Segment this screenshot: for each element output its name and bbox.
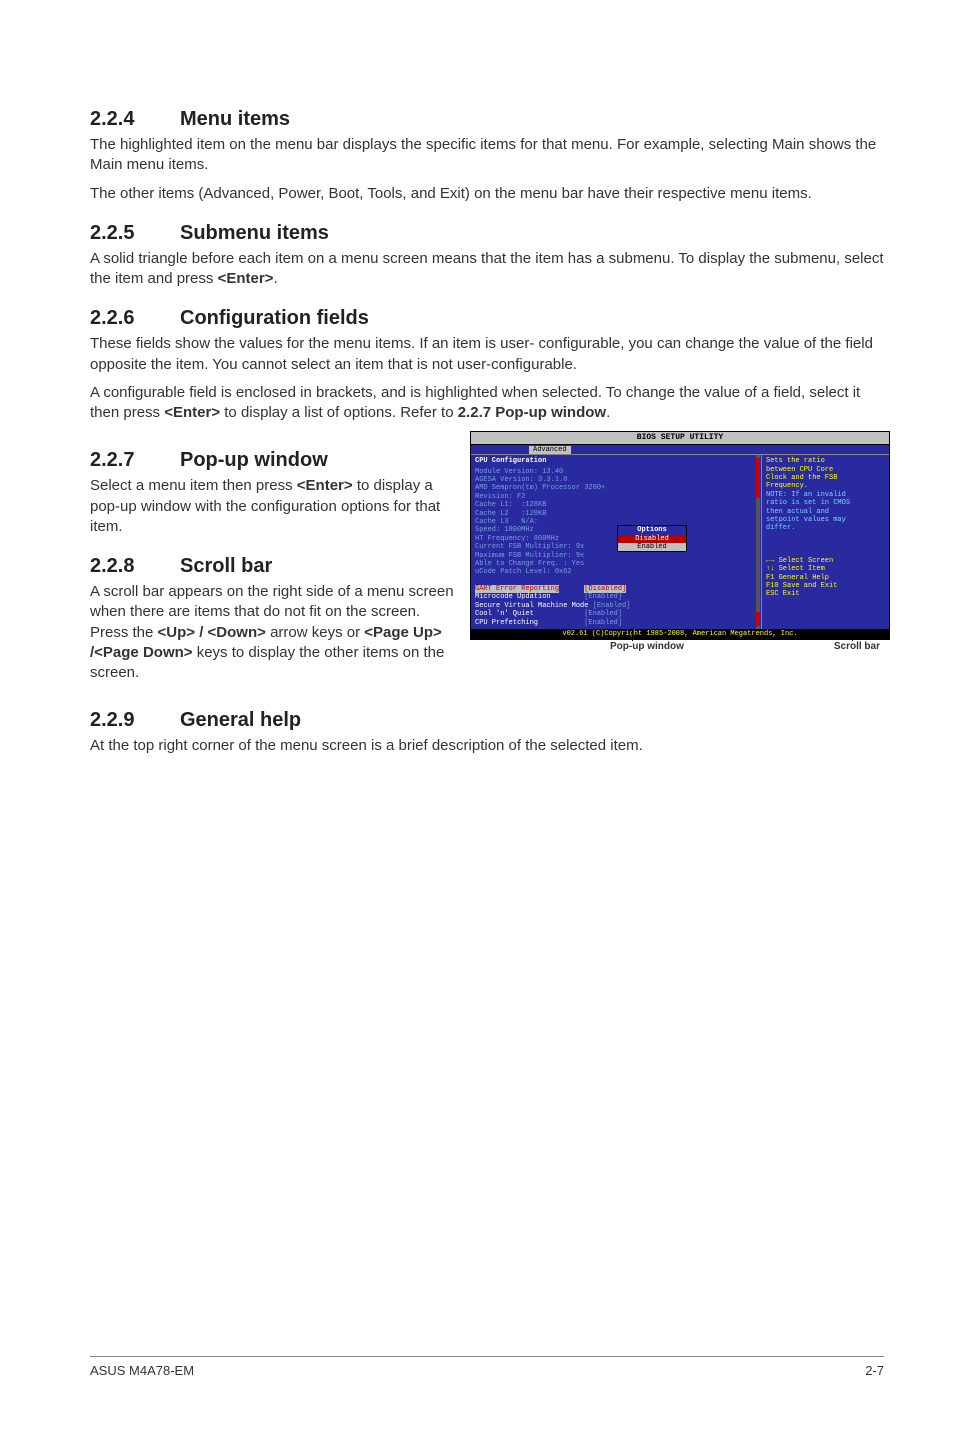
bios-selected-row: GART Error Reporting [Disabled] xyxy=(475,585,757,593)
callouts: Pop-up window Scroll bar xyxy=(470,640,890,652)
callout-popup: Pop-up window xyxy=(610,641,684,652)
para: A scroll bar appears on the right side o… xyxy=(90,582,460,683)
help-line: Sets the ratio xyxy=(766,457,885,465)
secnum: 2.2.4 xyxy=(90,108,180,131)
bios-title: BIOS SETUP UTILITY xyxy=(471,432,889,445)
bios-help-pane: Sets the ratio between CPU Core Clock an… xyxy=(761,455,889,629)
secnum: 2.2.6 xyxy=(90,307,180,330)
bios-line: Module Version: 13.40 xyxy=(475,468,757,476)
heading-2-2-5: 2.2.5Submenu items xyxy=(90,222,884,245)
popup-title: Options xyxy=(618,526,686,534)
nav-line: F1 General Help xyxy=(766,574,885,582)
sectitle: Scroll bar xyxy=(180,555,272,577)
heading-2-2-6: 2.2.6Configuration fields xyxy=(90,307,884,330)
nav-line: ↑↓ Select Item xyxy=(766,565,885,573)
secnum: 2.2.5 xyxy=(90,222,180,245)
bios-line: Cache L3 N/A: xyxy=(475,518,757,526)
nav-line: F10 Save and Exit xyxy=(766,582,885,590)
bios-row: Secure Virtual Machine Mode [Enabled] xyxy=(475,602,757,610)
help-line: setpoint values may xyxy=(766,516,885,524)
bios-screenshot: BIOS SETUP UTILITY Advanced CPU Configur… xyxy=(470,431,890,652)
para: A configurable field is enclosed in brac… xyxy=(90,383,884,424)
bios-line: Speed: 1800MHz xyxy=(475,526,757,534)
sectitle: Menu items xyxy=(180,108,290,130)
heading-2-2-7: 2.2.7Pop-up window xyxy=(90,449,460,472)
para: At the top right corner of the menu scre… xyxy=(90,736,884,756)
heading-2-2-8: 2.2.8Scroll bar xyxy=(90,555,460,578)
ref-popup-window: 2.2.7 Pop-up window xyxy=(458,404,606,421)
bios-section-header: CPU Configuration xyxy=(475,457,757,465)
bios-tabbar: Advanced xyxy=(471,445,889,454)
bios-line: uCode Patch Level: 0x62 xyxy=(475,568,757,576)
bios-row: CPU Prefetching [Enabled] xyxy=(475,619,757,627)
scrollbar-thumb xyxy=(756,612,760,626)
sectitle: Submenu items xyxy=(180,222,329,244)
heading-2-2-4: 2.2.4Menu items xyxy=(90,108,884,131)
help-line: Clock and the FSB xyxy=(766,474,885,482)
para: Select a menu item then press <Enter> to… xyxy=(90,476,460,537)
sectitle: Pop-up window xyxy=(180,449,328,471)
page-footer: ASUS M4A78-EM 2-7 xyxy=(90,1356,884,1378)
para: These fields show the values for the men… xyxy=(90,334,884,375)
key-enter: <Enter> xyxy=(297,477,353,494)
footer-pagenum: 2-7 xyxy=(865,1363,884,1378)
secnum: 2.2.9 xyxy=(90,709,180,732)
popup-option: Enabled xyxy=(618,543,686,551)
para: A solid triangle before each item on a m… xyxy=(90,249,884,290)
bios-popup: Options Disabled Enabled xyxy=(617,525,687,552)
scrollbar-thumb xyxy=(756,458,760,498)
secnum: 2.2.8 xyxy=(90,555,180,578)
page: 2.2.4Menu items The highlighted item on … xyxy=(0,0,954,1438)
bios-line: Cache L2 :128KB xyxy=(475,510,757,518)
help-line: Frequency. xyxy=(766,482,885,490)
bios-line: Revision: F2 xyxy=(475,493,757,501)
nav-line: ESC Exit xyxy=(766,590,885,598)
bios-line: Current FSB Multiplier: 9x xyxy=(475,543,757,551)
bios-tab-advanced: Advanced xyxy=(529,446,571,454)
help-line: ratio is set in CMOS xyxy=(766,499,885,507)
bios-row: Microcode Updation [Enabled] xyxy=(475,593,757,601)
bios-left-pane: CPU Configuration Module Version: 13.40 … xyxy=(471,455,761,629)
para: The highlighted item on the menu bar dis… xyxy=(90,135,884,176)
key-enter: <Enter> xyxy=(218,270,274,287)
nav-line: ←→ Select Screen xyxy=(766,557,885,565)
bios-line: AMD Sempron(tm) Processor 3200+ xyxy=(475,484,757,492)
help-line: then actual and xyxy=(766,508,885,516)
bios-row: Cool 'n' Quiet [Enabled] xyxy=(475,610,757,618)
bios-line: Cache L1: :128KB xyxy=(475,501,757,509)
bios-line: Maximum FSB Multiplier: 9x xyxy=(475,552,757,560)
bios-line: Able to Change Freq. : Yes xyxy=(475,560,757,568)
key-up-down: <Up> / <Down> xyxy=(158,624,266,641)
bios-line xyxy=(475,577,757,585)
key-enter: <Enter> xyxy=(164,404,220,421)
sectitle: Configuration fields xyxy=(180,307,369,329)
sectitle: General help xyxy=(180,709,301,731)
footer-product: ASUS M4A78-EM xyxy=(90,1363,194,1378)
callout-scrollbar: Scroll bar xyxy=(834,641,880,652)
bios-scrollbar xyxy=(756,455,760,629)
bios-copyright: v02.61 (C)Copyright 1985-2008, American … xyxy=(471,629,889,639)
bios-line: AGESA Version: 3.3.1.0 xyxy=(475,476,757,484)
secnum: 2.2.7 xyxy=(90,449,180,472)
help-line: NOTE: If an invalid xyxy=(766,491,885,499)
help-line: between CPU Core xyxy=(766,466,885,474)
popup-option-selected: Disabled xyxy=(618,535,686,543)
heading-2-2-9: 2.2.9General help xyxy=(90,709,884,732)
bios-line: HT Frequency: 800MHz xyxy=(475,535,757,543)
para: The other items (Advanced, Power, Boot, … xyxy=(90,184,884,204)
help-line: differ. xyxy=(766,524,885,532)
